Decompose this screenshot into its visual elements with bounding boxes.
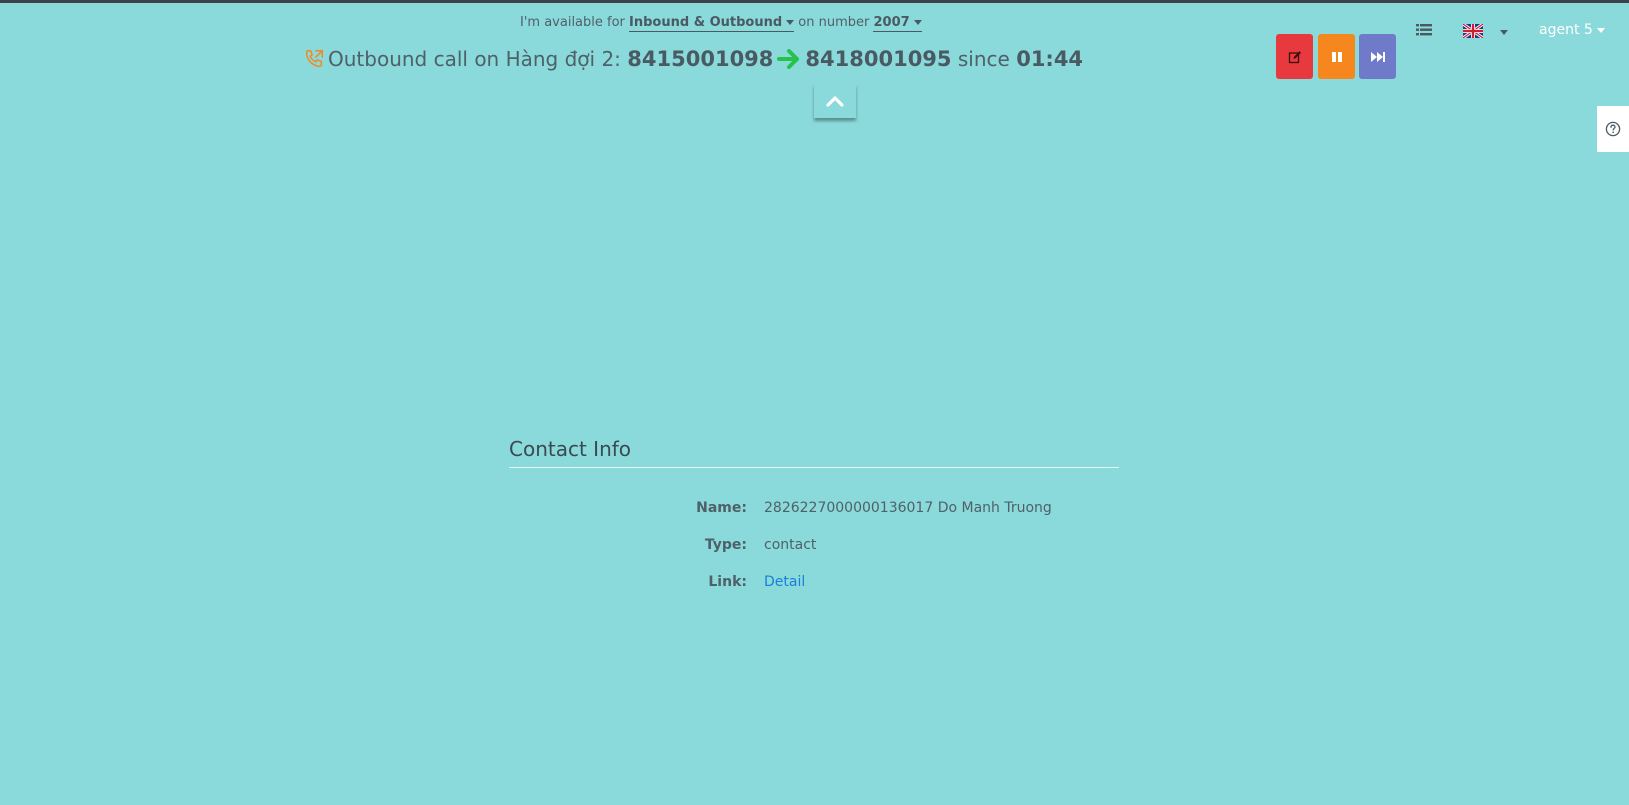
skip-button[interactable] (1359, 34, 1396, 79)
skip-forward-icon (1370, 51, 1385, 62)
availability-mode-dropdown[interactable]: Inbound & Outbound (629, 15, 795, 32)
number-value: 2007 (873, 15, 910, 30)
call-label: Outbound call on Hàng đợi 2: (328, 47, 621, 71)
link-value-container: Detail (764, 574, 805, 590)
detail-link[interactable]: Detail (764, 574, 805, 590)
uk-flag-icon (1463, 24, 1483, 38)
help-icon (1605, 121, 1621, 137)
chevron-down-icon (1596, 27, 1605, 33)
edit-note-icon (1288, 50, 1301, 63)
note-button[interactable] (1276, 34, 1313, 79)
pause-icon (1331, 51, 1342, 62)
pause-button[interactable] (1318, 34, 1355, 79)
availability-middle: on number (798, 15, 870, 30)
collapse-toggle-button[interactable] (814, 84, 856, 118)
type-label: Type: (704, 537, 747, 553)
name-label: Name: (696, 500, 747, 516)
top-border (0, 0, 1629, 3)
number-dropdown[interactable]: 2007 (873, 15, 922, 32)
arrow-right-icon (777, 48, 801, 70)
callee-number: 8418001095 (805, 47, 952, 71)
chevron-down-icon (913, 20, 922, 25)
call-duration: 01:44 (1016, 47, 1084, 71)
outbound-phone-icon (303, 48, 325, 70)
availability-bar: I'm available for Inbound & Outbound on … (520, 15, 922, 32)
since-label: since (957, 47, 1010, 71)
call-status: Outbound call on Hàng đợi 2: 8415001098 … (303, 47, 1083, 71)
link-label: Link: (708, 574, 747, 590)
contact-info-title: Contact Info (509, 437, 1119, 468)
type-value: contact (764, 537, 817, 553)
chevron-down-icon (786, 20, 795, 25)
language-selector[interactable] (1463, 24, 1483, 38)
name-value: 2826227000000136017 Do Manh Truong (764, 500, 1052, 516)
help-button[interactable] (1597, 106, 1629, 152)
agent-menu[interactable]: agent 5 (1539, 22, 1605, 38)
chevron-up-icon (826, 96, 844, 107)
chevron-down-icon[interactable] (1500, 30, 1508, 35)
agent-name: agent 5 (1539, 22, 1593, 38)
availability-prefix: I'm available for (520, 15, 625, 30)
list-icon[interactable] (1416, 22, 1432, 41)
caller-number: 8415001098 (627, 47, 774, 71)
availability-mode-value: Inbound & Outbound (629, 15, 783, 30)
